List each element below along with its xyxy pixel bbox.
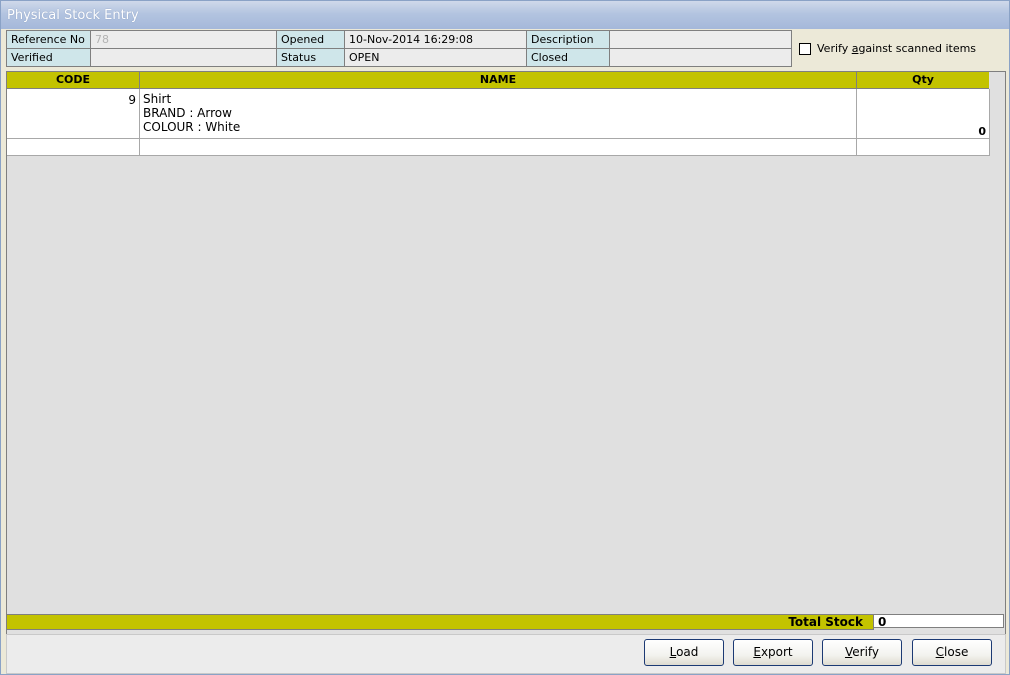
title-bar[interactable]: Physical Stock Entry — [1, 1, 1009, 29]
verify-checkbox-label: Verify against scanned items — [817, 42, 977, 55]
checkbox-box[interactable] — [799, 42, 811, 55]
document-header-table: Reference No 78 Opened 10-Nov-2014 16:29… — [6, 30, 792, 67]
cell-code[interactable]: 9 — [7, 89, 140, 139]
item-name-line: Shirt — [143, 92, 172, 106]
cell-qty-empty[interactable] — [857, 139, 990, 156]
close-button[interactable]: Close — [912, 639, 992, 666]
closed-value — [609, 48, 792, 67]
load-button[interactable]: Load — [644, 639, 724, 666]
column-header-name[interactable]: NAME — [140, 72, 857, 89]
window-title: Physical Stock Entry — [7, 8, 139, 23]
cell-name[interactable]: Shirt BRAND : Arrow COLOUR : White — [140, 89, 857, 139]
opened-value: 10-Nov-2014 16:29:08 — [344, 30, 527, 49]
verify-button[interactable]: Verify — [822, 639, 902, 666]
closed-label: Closed — [526, 48, 610, 67]
total-stock-bar: Total Stock — [6, 614, 874, 630]
opened-label: Opened — [276, 30, 345, 49]
cell-name-empty[interactable] — [140, 139, 857, 156]
cell-code-empty[interactable] — [7, 139, 140, 156]
status-label: Status — [276, 48, 345, 67]
total-stock-value: 0 — [873, 614, 1004, 629]
column-header-qty[interactable]: Qty — [857, 72, 989, 89]
total-stock-label: Total Stock — [788, 615, 863, 629]
export-button[interactable]: Export — [733, 639, 813, 666]
item-brand-line: BRAND : Arrow — [143, 106, 232, 120]
physical-stock-entry-window: Physical Stock Entry Reference No 78 Ope… — [0, 0, 1010, 675]
status-value: OPEN — [344, 48, 527, 67]
reference-no-label: Reference No — [6, 30, 91, 49]
item-colour-line: COLOUR : White — [143, 120, 241, 134]
cell-qty[interactable]: 0 — [857, 89, 990, 139]
description-label: Description — [526, 30, 610, 49]
stock-items-grid: CODE NAME Qty 9 Shirt BRAND : Arrow COLO… — [6, 71, 1006, 641]
reference-no-value: 78 — [90, 30, 277, 49]
window-client-area: Reference No 78 Opened 10-Nov-2014 16:29… — [2, 29, 1008, 674]
verified-label: Verified — [6, 48, 91, 67]
description-value — [609, 30, 792, 49]
column-header-code[interactable]: CODE — [7, 72, 140, 89]
verify-against-scanned-checkbox[interactable]: Verify against scanned items — [799, 42, 976, 55]
button-panel: Load Export Verify Close — [6, 634, 1006, 674]
verified-value — [90, 48, 277, 67]
